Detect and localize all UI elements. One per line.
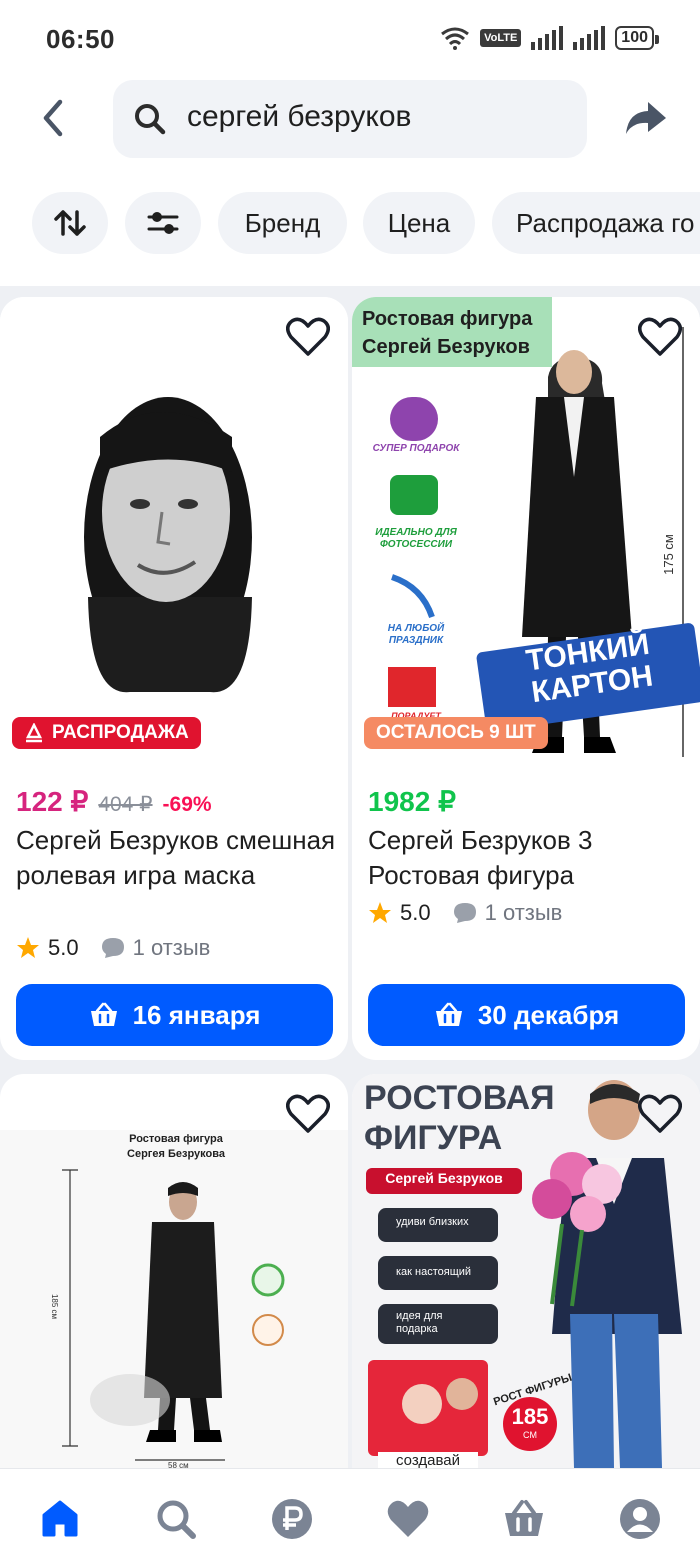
perk-surprise: удиви близких xyxy=(396,1216,469,1228)
basket-icon xyxy=(435,1002,462,1026)
old-price: 404 ₽ xyxy=(98,793,153,816)
nav-home[interactable] xyxy=(38,1497,82,1541)
product-card[interactable]: Ростовая фигура Сергея Безрукова 185 см … xyxy=(0,1074,348,1494)
rating-value: 5.0 xyxy=(400,900,431,925)
star-icon xyxy=(17,937,39,958)
image-title: Ростовая фигура Сергея Безрукова xyxy=(127,1133,225,1160)
product-title[interactable]: Сергей Безруков 3 Ростовая фигура xyxy=(368,823,688,893)
product-price: 122 ₽ xyxy=(16,786,89,817)
nav-search[interactable] xyxy=(154,1497,198,1541)
bottom-nav xyxy=(0,1468,700,1563)
basket-icon xyxy=(90,1002,117,1026)
share-button[interactable] xyxy=(620,96,670,140)
cart-icon xyxy=(505,1500,543,1536)
volte-icon: VoLTE xyxy=(480,29,522,47)
battery-icon: 100 xyxy=(615,26,659,50)
filter-chip-sale[interactable]: Распродажа го xyxy=(492,192,700,254)
product-price: 1982 ₽ xyxy=(368,786,456,817)
perk-gift-idea: идея для подарка xyxy=(396,1310,443,1335)
product-card[interactable]: РОСТОВАЯ ФИГУРА Сергей Безруков удиви бл… xyxy=(352,1074,700,1494)
size-label: 185 см xyxy=(50,1293,60,1320)
rating-row: 5.0 1 отзыв xyxy=(368,900,562,926)
sale-badge: РАСПРОДАЖА xyxy=(12,717,201,749)
height-unit: СМ xyxy=(523,1430,537,1440)
perk-party: НА ЛЮБОЙ ПРАЗДНИК xyxy=(387,623,445,646)
favorite-icon[interactable] xyxy=(286,1094,330,1134)
filter-chip-price[interactable]: Цена xyxy=(363,192,475,254)
favorite-icon[interactable] xyxy=(638,317,682,357)
review-count: 1 отзыв xyxy=(484,900,563,925)
product-image: Ростовая фигура Сергей Безруков СУПЕР ПО… xyxy=(352,297,700,767)
product-title[interactable]: Сергей Безруков смешная ролевая игра мас… xyxy=(16,823,336,893)
chevron-left-icon xyxy=(43,99,63,137)
perk-real: как настоящий xyxy=(396,1266,472,1278)
price-row: 1982 ₽ xyxy=(368,785,456,818)
add-to-cart-button[interactable]: 30 декабря xyxy=(368,984,685,1046)
price-row: 122 ₽ 404 ₽ -69% xyxy=(16,785,212,818)
product-image: Ростовая фигура Сергея Безрукова 185 см … xyxy=(0,1130,348,1470)
filter-chip-brand[interactable]: Бренд xyxy=(218,192,347,254)
signal-icon-2 xyxy=(573,26,606,50)
perk-photo: ИДЕАЛЬНО ДЛЯ ФОТОСЕССИИ xyxy=(375,527,457,550)
status-bar: 06:50 VoLTE 100 xyxy=(0,0,700,80)
sort-icon xyxy=(54,210,86,236)
comment-icon xyxy=(101,938,124,958)
status-time: 06:50 xyxy=(46,24,115,54)
signal-icon xyxy=(531,26,564,50)
search-icon xyxy=(135,104,166,135)
delivery-date: 30 декабря xyxy=(477,999,620,1030)
sale-badge-label: РАСПРОДАЖА xyxy=(52,722,189,743)
image-title: РОСТОВАЯ ФИГУРА xyxy=(364,1079,555,1157)
rating-value: 5.0 xyxy=(48,935,79,960)
nav-profile[interactable] xyxy=(618,1497,662,1541)
add-to-cart-button[interactable]: 16 января xyxy=(16,984,333,1046)
search-icon xyxy=(157,1500,196,1539)
heart-icon xyxy=(387,1500,429,1537)
sale-tree-icon xyxy=(25,723,43,743)
back-button[interactable] xyxy=(32,96,76,140)
product-image xyxy=(0,297,348,767)
image-caption: создавай xyxy=(378,1452,478,1468)
image-title: Ростовая фигура Сергей Безруков xyxy=(362,308,533,358)
search-query: сергей безруков xyxy=(187,100,412,133)
sliders-icon xyxy=(147,212,179,234)
filter-bar: Бренд Цена Распродажа го xyxy=(0,192,700,256)
product-card[interactable]: РАСПРОДАЖА 122 ₽ 404 ₽ -69% Сергей Безру… xyxy=(0,297,348,1060)
search-input[interactable]: сергей безруков xyxy=(113,80,587,158)
rating-row: 5.0 1 отзыв xyxy=(16,935,210,961)
review-count: 1 отзыв xyxy=(132,935,211,960)
wifi-icon xyxy=(441,27,470,50)
comment-icon xyxy=(453,903,476,923)
favorite-icon[interactable] xyxy=(638,1094,682,1134)
share-icon xyxy=(626,102,666,134)
product-card[interactable]: Ростовая фигура Сергей Безруков СУПЕР ПО… xyxy=(352,297,700,1060)
profile-icon xyxy=(620,1499,660,1539)
nav-finance[interactable] xyxy=(270,1497,314,1541)
home-icon xyxy=(42,1500,78,1537)
favorite-icon[interactable] xyxy=(286,317,330,357)
perk-gift: СУПЕР ПОДАРОК xyxy=(372,443,460,454)
height-value: 185 xyxy=(511,1404,549,1429)
stock-badge: ОСТАЛОСЬ 9 ШТ xyxy=(364,717,548,749)
discount: -69% xyxy=(162,793,212,816)
delivery-date: 16 января xyxy=(132,999,261,1030)
nav-favorites[interactable] xyxy=(386,1497,430,1541)
ruble-icon xyxy=(272,1499,312,1539)
filter-settings-button[interactable] xyxy=(125,192,201,254)
size-label: 175 см xyxy=(660,534,676,575)
nav-cart[interactable] xyxy=(502,1497,546,1541)
image-name: Сергей Безруков xyxy=(385,1170,503,1186)
star-icon xyxy=(369,902,391,923)
sort-button[interactable] xyxy=(32,192,108,254)
product-photo xyxy=(0,297,348,767)
status-icons: VoLTE 100 xyxy=(440,26,659,50)
